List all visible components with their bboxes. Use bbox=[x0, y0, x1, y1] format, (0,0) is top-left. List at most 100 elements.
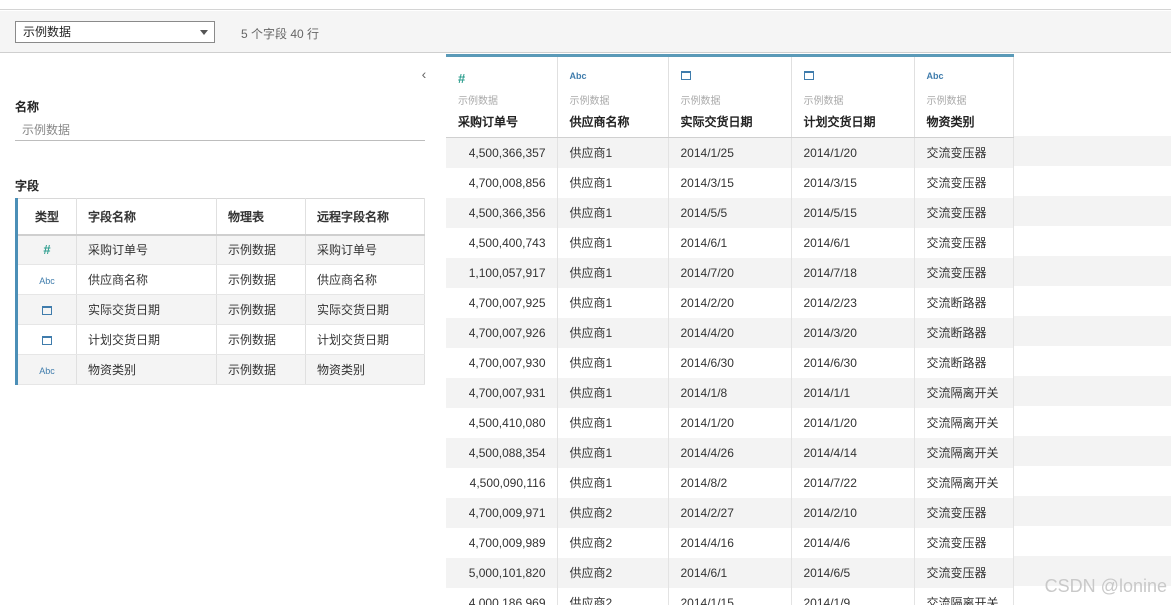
supplier-cell[interactable]: 供应商2 bbox=[557, 557, 669, 588]
planned-date-cell[interactable]: 2014/3/20 bbox=[791, 317, 915, 348]
field-name-cell[interactable]: 采购订单号 bbox=[76, 234, 217, 265]
col-header-remote-name[interactable]: 远程字段名称 bbox=[305, 198, 425, 236]
grid-col-header-po-number[interactable]: # 示例数据 采购订单号 bbox=[446, 54, 558, 138]
supplier-cell[interactable]: 供应商1 bbox=[557, 227, 669, 258]
table-row[interactable]: 4,700,007,925 供应商1 2014/2/20 2014/2/23 交流断路器 bbox=[446, 287, 1014, 318]
po-number-cell[interactable]: 5,000,101,820 bbox=[446, 557, 558, 588]
category-cell[interactable]: 交流断路器 bbox=[914, 287, 1014, 318]
supplier-cell[interactable]: 供应商2 bbox=[557, 587, 669, 605]
actual-date-cell[interactable]: 2014/6/1 bbox=[668, 557, 792, 588]
collapse-panel-icon[interactable]: ‹ bbox=[418, 67, 430, 81]
po-number-cell[interactable]: 4,700,007,931 bbox=[446, 377, 558, 408]
supplier-cell[interactable]: 供应商1 bbox=[557, 437, 669, 468]
po-number-cell[interactable]: 4,700,007,925 bbox=[446, 287, 558, 318]
supplier-cell[interactable]: 供应商1 bbox=[557, 407, 669, 438]
table-row[interactable]: 4,000,186,969 供应商2 2014/1/15 2014/1/9 交流隔离开关 bbox=[446, 587, 1014, 605]
category-cell[interactable]: 交流隔离开关 bbox=[914, 377, 1014, 408]
actual-date-cell[interactable]: 2014/3/15 bbox=[668, 167, 792, 198]
table-row[interactable]: 4,500,366,356 供应商1 2014/5/5 2014/5/15 交流变压器 bbox=[446, 197, 1014, 228]
supplier-cell[interactable]: 供应商1 bbox=[557, 467, 669, 498]
string-type-icon[interactable]: Abc bbox=[570, 71, 587, 81]
date-type-icon[interactable] bbox=[680, 71, 691, 80]
field-row[interactable]: # 采购订单号 示例数据 采购订单号 bbox=[15, 234, 425, 265]
planned-date-cell[interactable]: 2014/6/5 bbox=[791, 557, 915, 588]
po-number-cell[interactable]: 4,500,090,116 bbox=[446, 467, 558, 498]
field-row[interactable]: Abc 供应商名称 示例数据 供应商名称 bbox=[15, 264, 425, 295]
category-cell[interactable]: 交流变压器 bbox=[914, 557, 1014, 588]
po-number-cell[interactable]: 1,100,057,917 bbox=[446, 257, 558, 288]
planned-date-cell[interactable]: 2014/4/14 bbox=[791, 437, 915, 468]
planned-date-cell[interactable]: 2014/1/9 bbox=[791, 587, 915, 605]
po-number-cell[interactable]: 4,500,400,743 bbox=[446, 227, 558, 258]
actual-date-cell[interactable]: 2014/4/16 bbox=[668, 527, 792, 558]
datasource-select[interactable]: 示例数据 bbox=[15, 21, 215, 43]
table-row[interactable]: 4,500,400,743 供应商1 2014/6/1 2014/6/1 交流变压器 bbox=[446, 227, 1014, 258]
planned-date-cell[interactable]: 2014/7/18 bbox=[791, 257, 915, 288]
po-number-cell[interactable]: 4,500,088,354 bbox=[446, 437, 558, 468]
field-row[interactable]: 实际交货日期 示例数据 实际交货日期 bbox=[15, 294, 425, 325]
table-row[interactable]: 4,700,009,989 供应商2 2014/4/16 2014/4/6 交流变压器 bbox=[446, 527, 1014, 558]
actual-date-cell[interactable]: 2014/8/2 bbox=[668, 467, 792, 498]
category-cell[interactable]: 交流隔离开关 bbox=[914, 437, 1014, 468]
actual-date-cell[interactable]: 2014/6/30 bbox=[668, 347, 792, 378]
table-row[interactable]: 4,700,007,931 供应商1 2014/1/8 2014/1/1 交流隔离开关 bbox=[446, 377, 1014, 408]
grid-col-header-planned-date[interactable]: 示例数据 计划交货日期 bbox=[791, 54, 915, 138]
planned-date-cell[interactable]: 2014/1/20 bbox=[791, 137, 915, 168]
name-field[interactable]: 示例数据 bbox=[22, 121, 70, 138]
field-row[interactable]: 计划交货日期 示例数据 计划交货日期 bbox=[15, 324, 425, 355]
category-cell[interactable]: 交流隔离开关 bbox=[914, 467, 1014, 498]
table-row[interactable]: 4,500,410,080 供应商1 2014/1/20 2014/1/20 交流隔离开… bbox=[446, 407, 1014, 438]
col-header-type[interactable]: 类型 bbox=[15, 198, 77, 236]
field-name-cell[interactable]: 物资类别 bbox=[76, 354, 217, 385]
actual-date-cell[interactable]: 2014/4/26 bbox=[668, 437, 792, 468]
actual-date-cell[interactable]: 2014/1/25 bbox=[668, 137, 792, 168]
category-cell[interactable]: 交流断路器 bbox=[914, 347, 1014, 378]
category-cell[interactable]: 交流隔离开关 bbox=[914, 407, 1014, 438]
planned-date-cell[interactable]: 2014/2/23 bbox=[791, 287, 915, 318]
planned-date-cell[interactable]: 2014/3/15 bbox=[791, 167, 915, 198]
supplier-cell[interactable]: 供应商1 bbox=[557, 137, 669, 168]
actual-date-cell[interactable]: 2014/5/5 bbox=[668, 197, 792, 228]
po-number-cell[interactable]: 4,700,009,971 bbox=[446, 497, 558, 528]
type-cell[interactable]: # bbox=[15, 234, 77, 265]
supplier-cell[interactable]: 供应商2 bbox=[557, 497, 669, 528]
date-type-icon[interactable] bbox=[803, 71, 814, 80]
type-cell[interactable] bbox=[15, 324, 77, 355]
po-number-cell[interactable]: 4,500,410,080 bbox=[446, 407, 558, 438]
planned-date-cell[interactable]: 2014/6/30 bbox=[791, 347, 915, 378]
table-row[interactable]: 4,700,009,971 供应商2 2014/2/27 2014/2/10 交流变压器 bbox=[446, 497, 1014, 528]
supplier-cell[interactable]: 供应商1 bbox=[557, 347, 669, 378]
type-cell[interactable] bbox=[15, 294, 77, 325]
field-row[interactable]: Abc 物资类别 示例数据 物资类别 bbox=[15, 354, 425, 385]
type-cell[interactable]: Abc bbox=[15, 354, 77, 385]
type-cell[interactable]: Abc bbox=[15, 264, 77, 295]
supplier-cell[interactable]: 供应商2 bbox=[557, 527, 669, 558]
table-row[interactable]: 4,700,007,926 供应商1 2014/4/20 2014/3/20 交流断路器 bbox=[446, 317, 1014, 348]
category-cell[interactable]: 交流变压器 bbox=[914, 257, 1014, 288]
category-cell[interactable]: 交流变压器 bbox=[914, 167, 1014, 198]
supplier-cell[interactable]: 供应商1 bbox=[557, 317, 669, 348]
actual-date-cell[interactable]: 2014/1/20 bbox=[668, 407, 792, 438]
planned-date-cell[interactable]: 2014/1/20 bbox=[791, 407, 915, 438]
field-name-cell[interactable]: 供应商名称 bbox=[76, 264, 217, 295]
grid-col-header-actual-date[interactable]: 示例数据 实际交货日期 bbox=[668, 54, 792, 138]
po-number-cell[interactable]: 4,700,009,989 bbox=[446, 527, 558, 558]
po-number-cell[interactable]: 4,700,007,926 bbox=[446, 317, 558, 348]
actual-date-cell[interactable]: 2014/2/20 bbox=[668, 287, 792, 318]
col-header-physical-table[interactable]: 物理表 bbox=[216, 198, 306, 236]
table-row[interactable]: 1,100,057,917 供应商1 2014/7/20 2014/7/18 交流变压器 bbox=[446, 257, 1014, 288]
actual-date-cell[interactable]: 2014/7/20 bbox=[668, 257, 792, 288]
planned-date-cell[interactable]: 2014/5/15 bbox=[791, 197, 915, 228]
field-name-cell[interactable]: 实际交货日期 bbox=[76, 294, 217, 325]
col-header-field-name[interactable]: 字段名称 bbox=[76, 198, 217, 236]
planned-date-cell[interactable]: 2014/4/6 bbox=[791, 527, 915, 558]
category-cell[interactable]: 交流变压器 bbox=[914, 227, 1014, 258]
supplier-cell[interactable]: 供应商1 bbox=[557, 287, 669, 318]
table-row[interactable]: 4,500,090,116 供应商1 2014/8/2 2014/7/22 交流隔离开关 bbox=[446, 467, 1014, 498]
category-cell[interactable]: 交流变压器 bbox=[914, 137, 1014, 168]
planned-date-cell[interactable]: 2014/6/1 bbox=[791, 227, 915, 258]
po-number-cell[interactable]: 4,500,366,357 bbox=[446, 137, 558, 168]
actual-date-cell[interactable]: 2014/2/27 bbox=[668, 497, 792, 528]
supplier-cell[interactable]: 供应商1 bbox=[557, 167, 669, 198]
actual-date-cell[interactable]: 2014/1/15 bbox=[668, 587, 792, 605]
